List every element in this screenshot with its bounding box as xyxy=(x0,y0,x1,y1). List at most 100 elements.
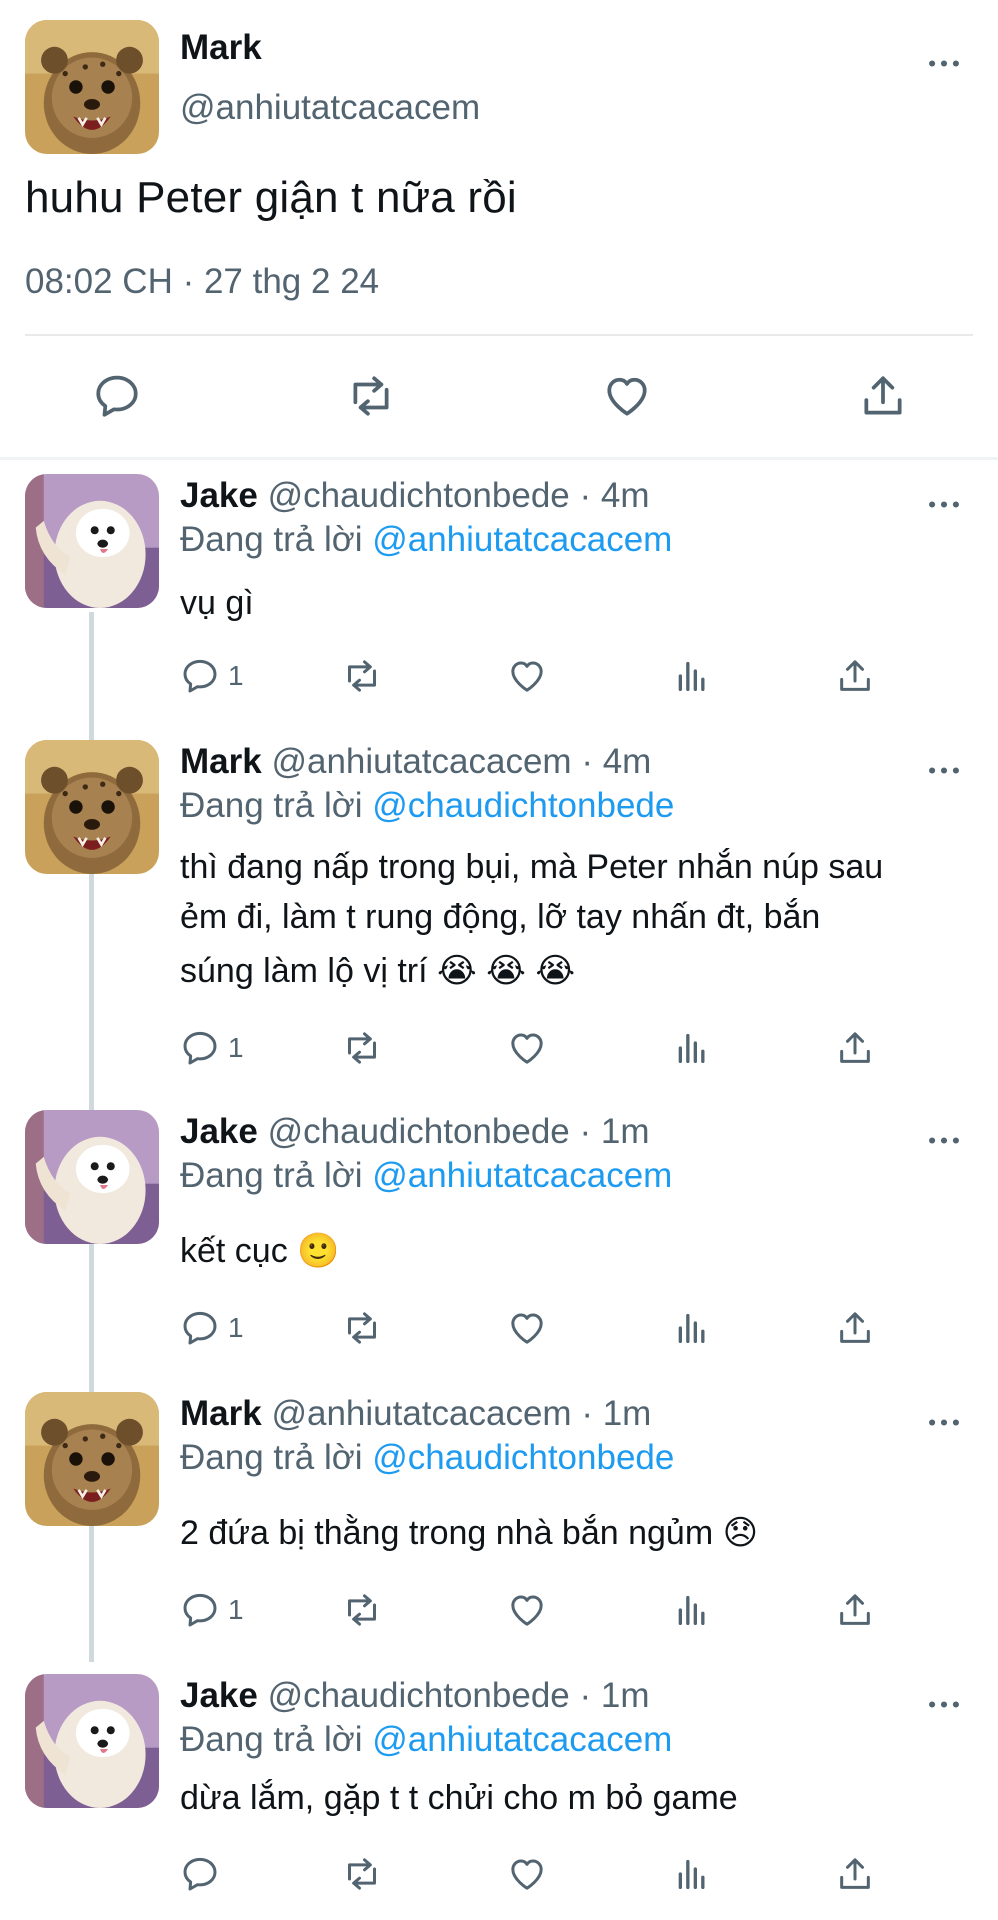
more-options-icon[interactable] xyxy=(924,1412,964,1432)
author-avatar[interactable] xyxy=(25,1392,159,1526)
views-icon xyxy=(672,1854,712,1894)
more-options-icon[interactable] xyxy=(924,1694,964,1714)
like-button[interactable] xyxy=(507,1852,547,1896)
emoji: 🙂 xyxy=(297,1232,340,1270)
reply-tweet[interactable]: Mark @anhiutatcacacem · 4m Đang trả lời … xyxy=(0,740,998,1070)
like-button[interactable] xyxy=(507,654,547,698)
mention-link[interactable]: @anhiutatcacacem xyxy=(372,520,672,559)
action-bar: 1 xyxy=(180,654,900,698)
replying-to: Đang trả lời @chaudichtonbede xyxy=(180,1438,674,1478)
author-avatar[interactable] xyxy=(25,20,159,154)
emoji: 😞 xyxy=(722,1514,759,1552)
reply-icon xyxy=(180,1028,220,1068)
retweet-button[interactable] xyxy=(342,1306,382,1350)
more-options-icon[interactable] xyxy=(924,1130,964,1150)
share-icon xyxy=(835,656,875,696)
like-icon xyxy=(507,1308,547,1348)
like-button[interactable] xyxy=(507,1026,547,1070)
reply-header: Mark @anhiutatcacacem · 1m xyxy=(180,1394,651,1434)
share-icon xyxy=(858,371,908,421)
author-name[interactable]: Mark xyxy=(180,742,262,781)
tweet-timestamp[interactable]: 08:02 CH · 27 thg 2 24 xyxy=(25,262,379,302)
reply-time[interactable]: 4m xyxy=(601,476,650,515)
share-button[interactable] xyxy=(835,1306,875,1350)
reply-button[interactable]: 1 xyxy=(180,1306,244,1350)
author-name[interactable]: Jake xyxy=(180,1112,258,1151)
share-button[interactable] xyxy=(835,654,875,698)
reply-button[interactable]: 1 xyxy=(180,1588,244,1632)
reply-header: Jake @chaudichtonbede · 4m xyxy=(180,476,650,516)
white-dog-avatar-icon xyxy=(25,1110,159,1244)
like-icon xyxy=(602,371,652,421)
separator-dot: · xyxy=(579,1676,601,1715)
author-handle[interactable]: @anhiutatcacacem xyxy=(180,88,480,128)
reply-icon xyxy=(180,656,220,696)
author-handle[interactable]: @anhiutatcacacem xyxy=(271,1394,571,1433)
reply-tweet[interactable]: Mark @anhiutatcacacem · 1m Đang trả lời … xyxy=(0,1392,998,1662)
more-options-icon[interactable] xyxy=(924,494,964,514)
like-icon xyxy=(507,656,547,696)
cheetah-cub-avatar-icon xyxy=(25,1392,159,1526)
author-avatar[interactable] xyxy=(25,1674,159,1808)
mention-link[interactable]: @chaudichtonbede xyxy=(372,786,674,825)
views-button[interactable] xyxy=(672,654,712,698)
retweet-button[interactable] xyxy=(342,1026,382,1070)
reply-tweet[interactable]: Jake @chaudichtonbede · 1m Đang trả lời … xyxy=(0,1674,998,1920)
mention-link[interactable]: @anhiutatcacacem xyxy=(372,1156,672,1195)
replying-to: Đang trả lời @anhiutatcacacem xyxy=(180,520,672,560)
author-avatar[interactable] xyxy=(25,474,159,608)
retweet-button[interactable] xyxy=(342,654,382,698)
retweet-button[interactable] xyxy=(344,369,398,423)
views-button[interactable] xyxy=(672,1588,712,1632)
views-button[interactable] xyxy=(672,1852,712,1896)
reply-text: vụ gì xyxy=(180,579,970,627)
share-button[interactable] xyxy=(835,1588,875,1632)
author-handle[interactable]: @chaudichtonbede xyxy=(268,476,570,515)
replying-label: Đang trả lời xyxy=(180,786,363,825)
author-handle[interactable]: @chaudichtonbede xyxy=(268,1112,570,1151)
views-button[interactable] xyxy=(672,1306,712,1350)
reply-time[interactable]: 1m xyxy=(603,1394,652,1433)
share-button[interactable] xyxy=(835,1026,875,1070)
retweet-button[interactable] xyxy=(342,1852,382,1896)
reply-tweet[interactable]: Jake @chaudichtonbede · 4m Đang trả lời … xyxy=(0,474,998,724)
author-handle[interactable]: @chaudichtonbede xyxy=(268,1676,570,1715)
mention-link[interactable]: @chaudichtonbede xyxy=(372,1438,674,1477)
reply-button[interactable] xyxy=(180,1852,228,1896)
retweet-button[interactable] xyxy=(342,1588,382,1632)
author-handle[interactable]: @anhiutatcacacem xyxy=(271,742,571,781)
reply-button[interactable]: 1 xyxy=(180,1026,244,1070)
share-button[interactable] xyxy=(856,369,910,423)
replying-to: Đang trả lời @anhiutatcacacem xyxy=(180,1156,672,1196)
reply-time[interactable]: 1m xyxy=(601,1676,650,1715)
author-name[interactable]: Jake xyxy=(180,476,258,515)
like-button[interactable] xyxy=(507,1306,547,1350)
author-name[interactable]: Mark xyxy=(180,1394,262,1433)
author-name[interactable]: Jake xyxy=(180,1676,258,1715)
replying-label: Đang trả lời xyxy=(180,1438,363,1477)
more-options-icon[interactable] xyxy=(924,760,964,780)
views-icon xyxy=(672,656,712,696)
author-avatar[interactable] xyxy=(25,740,159,874)
share-button[interactable] xyxy=(835,1852,875,1896)
reply-time[interactable]: 1m xyxy=(601,1112,650,1151)
like-icon xyxy=(507,1028,547,1068)
reply-button[interactable]: 1 xyxy=(180,654,244,698)
more-options-icon[interactable] xyxy=(924,53,964,73)
retweet-icon xyxy=(342,656,382,696)
author-avatar[interactable] xyxy=(25,1110,159,1244)
like-button[interactable] xyxy=(507,1588,547,1632)
share-icon xyxy=(835,1028,875,1068)
text-line: vụ gì xyxy=(180,584,254,622)
views-button[interactable] xyxy=(672,1026,712,1070)
mention-link[interactable]: @anhiutatcacacem xyxy=(372,1720,672,1759)
reply-time[interactable]: 4m xyxy=(603,742,652,781)
author-name[interactable]: Mark xyxy=(180,28,262,68)
reply-tweet[interactable]: Jake @chaudichtonbede · 1m Đang trả lời … xyxy=(0,1110,998,1380)
action-bar: 1 xyxy=(180,1026,900,1070)
like-button[interactable] xyxy=(600,369,654,423)
reply-text: thì đang nấp trong bụi, mà Peter nhắn nú… xyxy=(180,842,970,996)
text-line: kết cục xyxy=(180,1232,288,1270)
reply-button[interactable] xyxy=(90,369,144,423)
text-line-wrapper: súng làm lộ vị trí 😭 😭 😭 xyxy=(180,946,970,996)
